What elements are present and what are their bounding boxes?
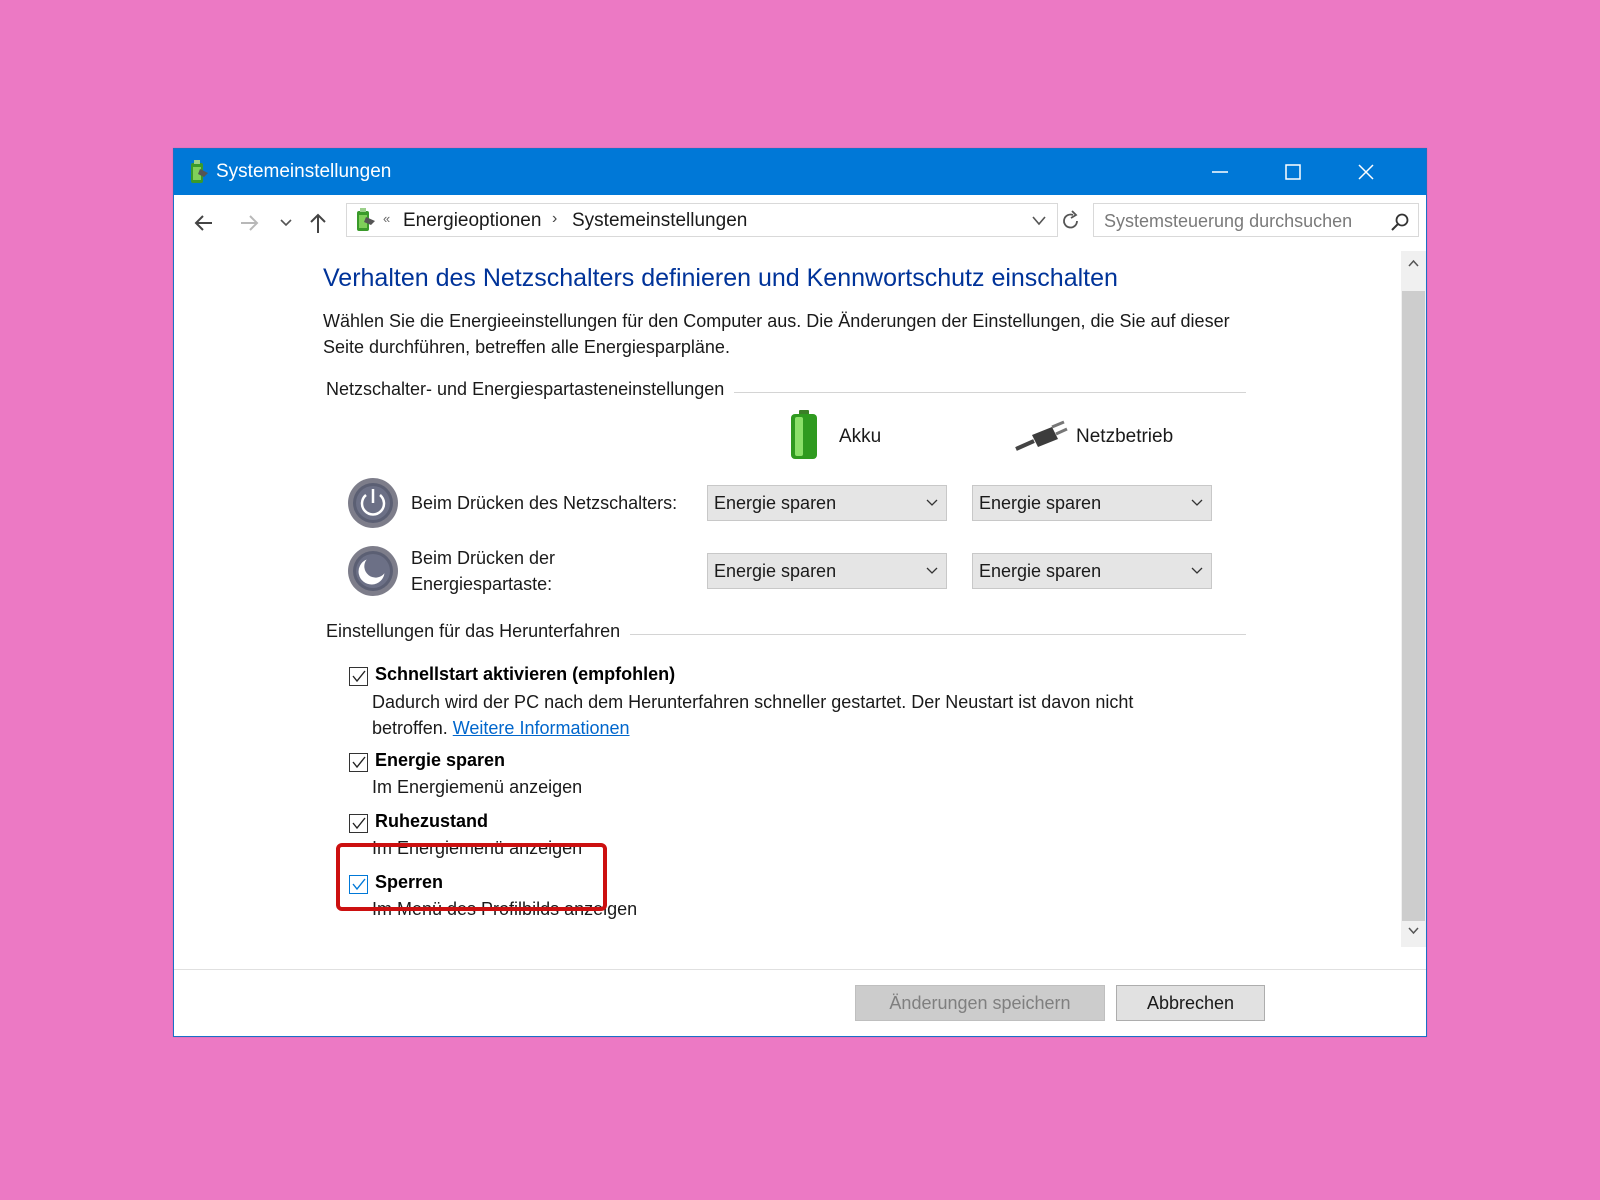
checkmark-icon xyxy=(352,756,366,769)
select-value: Energie sparen xyxy=(979,493,1102,513)
save-changes-button[interactable]: Änderungen speichern xyxy=(855,985,1105,1021)
hibernate-title: Ruhezustand xyxy=(375,811,489,831)
vertical-scrollbar[interactable] xyxy=(1401,251,1426,947)
more-info-link[interactable]: Weitere Informationen xyxy=(453,718,630,738)
sleep-title: Energie sparen xyxy=(375,750,506,770)
power-plug-icon xyxy=(1015,420,1068,451)
recent-locations-button[interactable] xyxy=(278,209,294,237)
search-placeholder: Systemsteuerung durchsuchen xyxy=(1104,211,1353,231)
close-icon xyxy=(1358,164,1374,180)
section-label-shutdown: Einstellungen für das Herunterfahren xyxy=(326,621,631,642)
maximize-icon xyxy=(1285,164,1301,180)
page-description: Wählen Sie die Energieeinstellungen für … xyxy=(323,311,1230,357)
sleep-button-plugged-select[interactable]: Energie sparen xyxy=(972,553,1212,589)
checkmark-icon xyxy=(352,670,366,683)
breadcrumb-systemeinstellungen[interactable]: Systemeinstellungen xyxy=(572,210,747,232)
scroll-up-icon[interactable] xyxy=(1408,259,1419,267)
window-title: Systemeinstellungen xyxy=(216,161,392,182)
title-bar: Systemeinstellungen xyxy=(174,149,1426,195)
breadcrumb-energieoptionen[interactable]: Energieoptionen xyxy=(403,210,541,232)
page-title: Verhalten des Netzschalters definieren u… xyxy=(323,264,1118,292)
section-label-power-buttons: Netzschalter- und Energiespartasteneinst… xyxy=(326,379,735,400)
footer-divider xyxy=(174,969,1426,970)
fast-startup-checkbox[interactable] xyxy=(349,667,368,686)
breadcrumb-separator-icon: › xyxy=(552,210,558,227)
fast-startup-title: Schnellstart aktivieren (empfohlen) xyxy=(375,664,676,684)
up-button[interactable] xyxy=(308,209,328,237)
select-value: Energie sparen xyxy=(714,493,837,513)
hibernate-checkbox[interactable] xyxy=(349,814,368,833)
address-overflow-chevron[interactable]: « xyxy=(383,211,390,226)
refresh-icon[interactable] xyxy=(1060,209,1082,233)
scroll-thumb[interactable] xyxy=(1402,291,1425,921)
search-box[interactable]: Systemsteuerung durchsuchen xyxy=(1093,203,1419,237)
chevron-down-icon xyxy=(280,219,292,227)
scroll-down-icon[interactable] xyxy=(1408,927,1419,935)
back-button[interactable] xyxy=(192,209,216,237)
sleep-button-icon xyxy=(348,546,398,596)
select-value: Energie sparen xyxy=(714,561,837,581)
sleep-checkbox[interactable] xyxy=(349,753,368,772)
chevron-down-icon xyxy=(1191,567,1203,574)
address-dropdown-icon[interactable] xyxy=(1031,214,1047,228)
forward-button[interactable] xyxy=(237,209,261,237)
minimize-icon xyxy=(1212,171,1228,173)
fast-startup-description: Dadurch wird der PC nach dem Herunterfah… xyxy=(372,689,1202,741)
power-options-icon xyxy=(191,160,208,183)
sleep-button-battery-select[interactable]: Energie sparen xyxy=(707,553,947,589)
column-header-plugged-in: Netzbetrieb xyxy=(1014,409,1194,465)
chevron-down-icon xyxy=(926,499,938,506)
power-button-icon xyxy=(348,478,398,528)
select-value: Energie sparen xyxy=(979,561,1102,581)
power-button-label: Beim Drücken des Netzschalters: xyxy=(411,493,678,513)
address-bar[interactable]: « Energieoptionen › Systemeinstellungen xyxy=(346,203,1058,237)
column-header-battery: Akku xyxy=(787,409,907,465)
close-button[interactable] xyxy=(1330,149,1402,195)
maximize-button[interactable] xyxy=(1257,149,1329,195)
navigation-bar: « Energieoptionen › Systemeinstellungen … xyxy=(174,195,1426,251)
minimize-button[interactable] xyxy=(1184,149,1256,195)
back-arrow-icon xyxy=(194,215,212,231)
battery-icon xyxy=(791,410,817,459)
forward-arrow-icon xyxy=(241,215,259,231)
highlight-annotation xyxy=(336,843,607,911)
control-panel-window: Systemeinstellungen « Energieoptionen › … xyxy=(173,148,1427,1037)
cancel-button[interactable]: Abbrechen xyxy=(1116,985,1265,1021)
power-button-plugged-select[interactable]: Energie sparen xyxy=(972,485,1212,521)
sleep-button-label: Beim Drücken der Energiespartaste: xyxy=(411,548,556,594)
chevron-down-icon xyxy=(1191,499,1203,506)
column-label-battery: Akku xyxy=(839,426,882,447)
chevron-down-icon xyxy=(926,567,938,574)
up-arrow-icon xyxy=(310,213,326,233)
column-label-plugged-in: Netzbetrieb xyxy=(1076,426,1174,447)
checkmark-icon xyxy=(352,817,366,830)
power-options-icon xyxy=(357,208,375,231)
power-button-battery-select[interactable]: Energie sparen xyxy=(707,485,947,521)
search-icon[interactable] xyxy=(1390,212,1410,232)
sleep-description: Im Energiemenü anzeigen xyxy=(372,777,583,797)
